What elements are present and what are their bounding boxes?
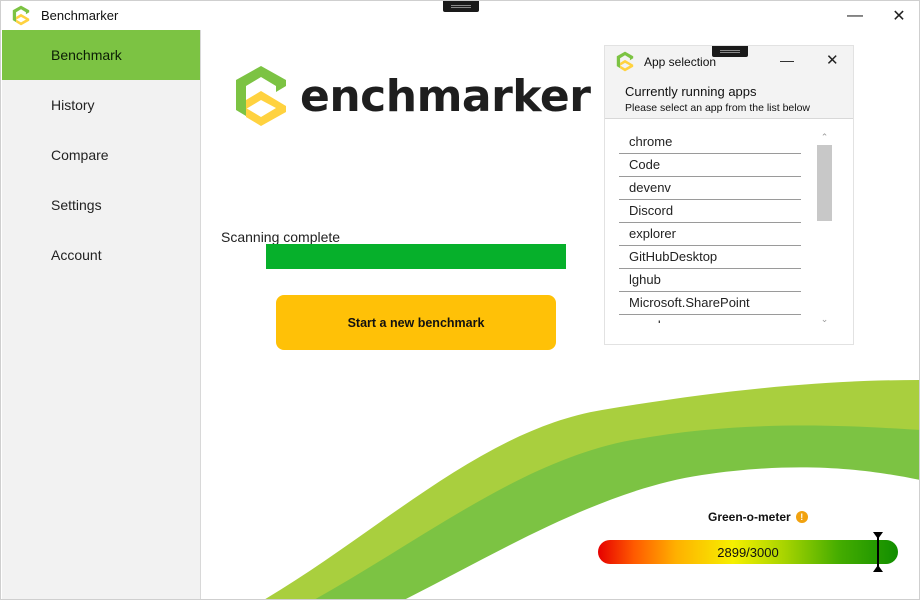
minimize-icon: — — [780, 52, 794, 68]
list-item[interactable]: devenv — [619, 177, 801, 200]
sidebar-item-label: Compare — [51, 147, 109, 163]
dialog-heading: Currently running apps — [625, 84, 757, 99]
main-content: enchmarker Scanning complete Start a new… — [202, 30, 919, 599]
green-o-meter: 2899/3000 — [598, 532, 898, 572]
brand-header: enchmarker — [232, 63, 591, 129]
scan-progress-fill — [266, 244, 566, 269]
window-title: Benchmarker — [41, 8, 119, 23]
sidebar: Benchmark History Compare Settings Accou… — [2, 30, 201, 599]
dialog-close-button[interactable]: ✕ — [826, 51, 839, 69]
close-button[interactable]: ✕ — [876, 1, 919, 30]
sidebar-item-label: History — [51, 97, 95, 113]
list-item[interactable]: Discord — [619, 200, 801, 223]
scroll-up-icon[interactable]: ⌃ — [817, 131, 832, 143]
meter-title: Green-o-meter — [708, 510, 791, 524]
sidebar-item-history[interactable]: History — [2, 80, 200, 130]
meter-value: 2899/3000 — [717, 544, 779, 560]
dialog-header: App selection — ✕ Currently running apps… — [605, 46, 853, 118]
dialog-minimize-button[interactable]: — — [780, 52, 794, 68]
app-window: Benchmarker — ✕ Benchmark History Compar… — [0, 0, 920, 600]
title-bar[interactable]: Benchmarker — ✕ — [1, 1, 919, 30]
dialog-title: App selection — [644, 55, 717, 69]
sidebar-item-settings[interactable]: Settings — [2, 180, 200, 230]
brand-wordmark: enchmarker — [300, 70, 591, 122]
scroll-down-icon[interactable]: ⌄ — [817, 313, 832, 325]
close-icon: ✕ — [892, 7, 906, 25]
running-apps-list[interactable]: chrome Code devenv Discord explorer GitH… — [619, 131, 801, 323]
app-selection-dialog: App selection — ✕ Currently running apps… — [604, 45, 854, 345]
green-o-meter-label: Green-o-meter ! — [708, 510, 808, 524]
benchmarker-logo-icon — [236, 66, 286, 126]
minimize-icon: — — [847, 6, 863, 24]
info-icon[interactable]: ! — [795, 511, 808, 523]
sidebar-item-benchmark[interactable]: Benchmark — [2, 30, 200, 80]
dialog-subheading: Please select an app from the list below — [625, 102, 811, 114]
sidebar-item-compare[interactable]: Compare — [2, 130, 200, 180]
close-icon: ✕ — [826, 52, 839, 69]
list-item[interactable]: msedge — [619, 315, 801, 323]
list-item[interactable]: Microsoft.SharePoint — [619, 292, 801, 315]
scan-status: Scanning complete — [221, 229, 341, 245]
list-scrollbar[interactable]: ⌃ ⌄ — [817, 131, 832, 325]
list-item[interactable]: lghub — [619, 269, 801, 292]
start-benchmark-button[interactable]: Start a new benchmark — [276, 295, 556, 350]
scan-progress-bar — [266, 244, 566, 269]
meter-marker — [873, 532, 884, 572]
benchmarker-logo-icon — [12, 5, 30, 26]
divider — [605, 118, 853, 119]
sidebar-item-label: Account — [51, 247, 102, 263]
list-item[interactable]: explorer — [619, 223, 801, 246]
scroll-thumb[interactable] — [817, 145, 832, 221]
sidebar-item-label: Benchmark — [51, 47, 122, 63]
list-item[interactable]: GitHubDesktop — [619, 246, 801, 269]
list-item[interactable]: Code — [619, 154, 801, 177]
benchmarker-logo-icon — [616, 51, 634, 72]
drag-handle[interactable] — [443, 1, 479, 12]
list-item[interactable]: chrome — [619, 131, 801, 154]
sidebar-item-account[interactable]: Account — [2, 230, 200, 280]
minimize-button[interactable]: — — [832, 1, 878, 30]
dialog-drag-handle[interactable] — [712, 46, 748, 57]
sidebar-item-label: Settings — [51, 197, 102, 213]
